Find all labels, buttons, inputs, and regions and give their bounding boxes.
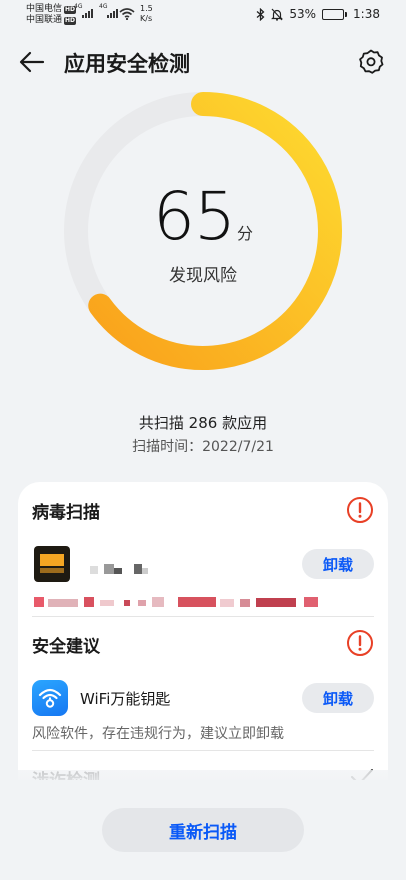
clock: 1:38	[353, 7, 380, 21]
app-desc-redacted	[34, 594, 322, 610]
carrier-info: 中国电信 HD 中国联通 HD	[26, 4, 77, 26]
mute-icon	[271, 8, 284, 21]
uninstall-button[interactable]: 卸载	[302, 683, 374, 713]
bluetooth-icon	[256, 7, 265, 21]
page-title: 应用安全检测	[64, 52, 190, 76]
rescan-button[interactable]: 重新扫描	[102, 808, 304, 852]
signal-icon: 4G	[99, 3, 118, 18]
uninstall-button[interactable]: 卸载	[302, 549, 374, 579]
virus-scan-title: 病毒扫描	[32, 503, 100, 523]
wifi-key-app-icon	[32, 680, 68, 716]
network-speed: 1.5 K/s	[140, 4, 153, 23]
app-icon	[34, 546, 70, 582]
risk-status: 发现风险	[169, 266, 237, 286]
app-name: WiFi万能钥匙	[80, 690, 171, 708]
warning-icon	[347, 497, 373, 523]
section-divider	[32, 616, 374, 617]
security-score: 65	[153, 178, 236, 255]
app-risk-description: 风险软件，存在违规行为，建议立即卸载	[32, 726, 284, 742]
wifi-icon	[119, 8, 135, 20]
scroll-fade	[0, 770, 406, 790]
security-advice-title: 安全建议	[32, 637, 100, 657]
scan-summary: 共扫描 286 款应用	[138, 414, 268, 432]
warning-icon	[347, 630, 373, 656]
settings-button[interactable]	[354, 45, 388, 79]
scan-results-card: 病毒扫描 卸载 安全建议 WiFi万能钥匙 卸载 风险软件，存在违规行为，建议立…	[18, 482, 388, 780]
gear-icon	[359, 49, 384, 74]
section-divider	[32, 750, 374, 751]
back-arrow-icon	[19, 51, 45, 73]
carrier-2: 中国联通	[26, 15, 63, 25]
back-button[interactable]	[16, 46, 48, 78]
score-unit: 分	[236, 224, 253, 243]
carrier-1: 中国电信	[26, 4, 63, 14]
battery-icon	[322, 8, 348, 20]
app-header: 应用安全检测	[0, 40, 406, 84]
scan-time: 扫描时间：2022/7/21	[132, 439, 274, 455]
app-name-redacted	[88, 562, 152, 576]
battery-percent: 53%	[289, 7, 317, 21]
wifi-key-icon	[38, 688, 62, 708]
status-bar: 中国电信 HD 中国联通 HD 4G 4G 1.5 K/s 53% 1:38	[0, 0, 406, 30]
signal-icon: 4G	[74, 3, 93, 18]
security-score-gauge: 65 分 发现风险	[62, 90, 344, 372]
